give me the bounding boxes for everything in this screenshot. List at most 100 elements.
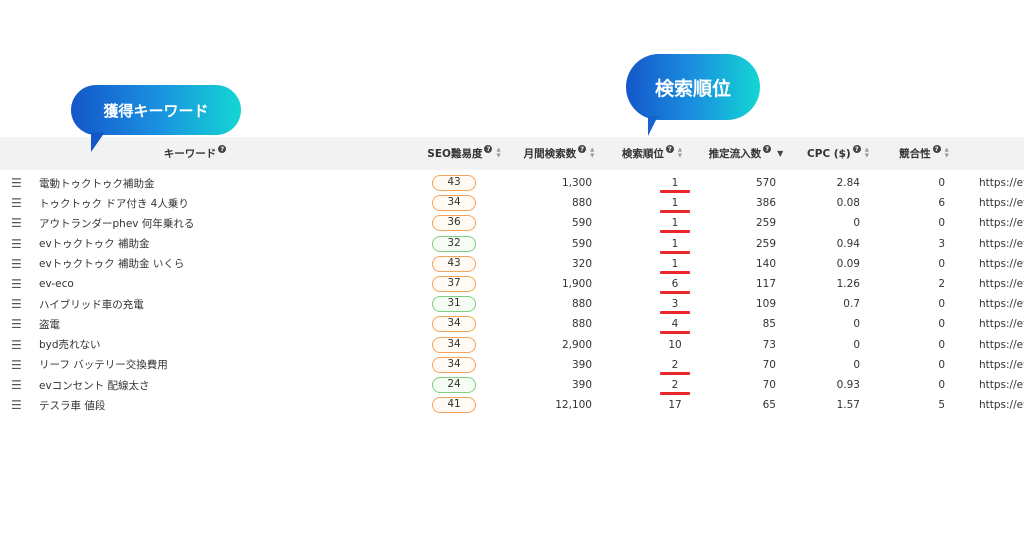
search-rank-cell: 1 (655, 173, 695, 193)
table-row[interactable]: ☰ 電動トゥクトゥク補助金 43 1,300 1 570 2.84 0 https://ev (0, 173, 1024, 193)
drag-handle-icon[interactable]: ☰ (11, 395, 25, 415)
url-link[interactable]: https://ev (979, 234, 1024, 254)
drag-handle-icon[interactable]: ☰ (11, 375, 25, 395)
url-link[interactable]: https://ev (979, 213, 1024, 233)
drag-handle-icon[interactable]: ☰ (11, 355, 25, 375)
help-icon[interactable]: ? (665, 144, 674, 153)
search-rank-value: 17 (668, 399, 682, 412)
help-icon[interactable]: ? (484, 144, 493, 153)
help-icon[interactable]: ? (218, 144, 227, 153)
sort-icon[interactable]: ▲ ▼ (590, 147, 594, 159)
search-rank-value: 1 (671, 237, 679, 250)
url-link[interactable]: https://ev (979, 314, 1024, 334)
keyword-cell[interactable]: ハイブリッド車の充電 (39, 294, 144, 314)
url-link[interactable]: https://ev (979, 193, 1024, 213)
drag-handle-icon[interactable]: ☰ (11, 314, 25, 334)
keyword-cell[interactable]: evトゥクトゥク 補助金 (39, 234, 150, 254)
keyword-cell[interactable]: evトゥクトゥク 補助金 いくら (39, 254, 184, 274)
seo-difficulty-badge: 34 (432, 356, 476, 373)
search-rank-value: 1 (671, 217, 679, 230)
seo-difficulty-cell: 31 (432, 294, 476, 314)
keyword-cell[interactable]: トゥクトゥク ドア付き 4人乗り (39, 193, 189, 213)
estimated-traffic-cell: 259 (755, 217, 776, 230)
table-row[interactable]: ☰ ハイブリッド車の充電 31 880 3 109 0.7 0 https://ev (0, 294, 1024, 315)
drag-handle-icon[interactable]: ☰ (11, 274, 25, 294)
keyword-cell[interactable]: ev-eco (39, 274, 74, 294)
column-header-keyword[interactable]: キーワード ? (150, 137, 240, 170)
cpc-cell: 1.26 (836, 278, 860, 290)
column-header-competition[interactable]: 競合性 ? ▲ ▼ (893, 137, 955, 170)
table-row[interactable]: ☰ トゥクトゥク ドア付き 4人乗り 34 880 1 386 0.08 6 https://e… (0, 193, 1024, 214)
drag-handle-icon[interactable]: ☰ (11, 213, 25, 233)
help-icon[interactable]: ? (932, 144, 941, 153)
search-rank-cell: 4 (655, 314, 695, 335)
help-icon[interactable]: ? (578, 144, 587, 153)
url-link[interactable]: https://ev (979, 274, 1024, 294)
sort-icon[interactable]: ▲ ▼ (496, 147, 500, 159)
competition-cell: 3 (938, 237, 945, 250)
rank-callout-text: 検索順位 (654, 77, 731, 100)
url-link[interactable]: https://ev (979, 375, 1024, 395)
column-header-volume[interactable]: 月間検索数 ? ▲ ▼ (517, 137, 601, 170)
drag-handle-icon[interactable]: ☰ (11, 173, 25, 193)
estimated-traffic-cell: 85 (762, 318, 776, 331)
competition-cell: 0 (938, 257, 945, 270)
rank-callout-bubble: 検索順位 (626, 54, 760, 136)
column-header-cpc[interactable]: CPC ($) ? ▲ ▼ (803, 137, 873, 170)
keyword-cell[interactable]: リーフ バッテリー交換費用 (39, 355, 168, 375)
search-volume-cell: 590 (571, 217, 592, 230)
search-rank-cell: 2 (655, 355, 695, 375)
cpc-cell: 0.93 (836, 379, 860, 391)
column-header-keyword-label: キーワード (163, 148, 217, 160)
search-rank-value: 1 (671, 257, 679, 270)
column-header-traffic[interactable]: 推定流入数 ? ▼ (701, 137, 791, 170)
competition-cell: 0 (938, 298, 945, 311)
table-row[interactable]: ☰ ev-eco 37 1,900 6 117 1.26 2 https://ev (0, 274, 1024, 294)
url-link[interactable]: https://ev (979, 173, 1024, 193)
seo-difficulty-cell: 41 (432, 395, 476, 415)
help-icon[interactable]: ? (763, 144, 772, 153)
column-header-seo[interactable]: SEO難易度 ? ▲ ▼ (418, 137, 510, 170)
url-link[interactable]: https://ev (979, 294, 1024, 314)
url-link[interactable]: https://ev (979, 254, 1024, 274)
help-icon[interactable]: ? (852, 144, 861, 153)
sort-descending-icon[interactable]: ▼ (777, 149, 783, 158)
drag-handle-icon[interactable]: ☰ (11, 335, 25, 355)
url-link[interactable]: https://ev (979, 355, 1024, 375)
keyword-cell[interactable]: 盗電 (39, 314, 60, 334)
sort-icon[interactable]: ▲ ▼ (945, 147, 949, 159)
url-link[interactable]: https://ev (979, 395, 1024, 415)
keyword-cell[interactable]: テスラ車 値段 (39, 395, 105, 415)
drag-handle-icon[interactable]: ☰ (11, 254, 25, 274)
drag-handle-icon[interactable]: ☰ (11, 294, 25, 314)
sort-icon[interactable]: ▲ ▼ (865, 147, 869, 159)
keyword-cell[interactable]: 電動トゥクトゥク補助金 (39, 173, 155, 193)
url-link[interactable]: https://ev (979, 335, 1024, 355)
table-row[interactable]: ☰ テスラ車 値段 41 12,100 17 65 1.57 5 https://ev (0, 395, 1024, 415)
table-row[interactable]: ☰ リーフ バッテリー交換費用 34 390 2 70 0 0 https://ev (0, 355, 1024, 375)
column-header-traffic-label: 推定流入数 (708, 148, 762, 160)
keyword-cell[interactable]: アウトランダーphev 何年乗れる (39, 213, 194, 233)
seo-difficulty-badge: 31 (432, 296, 476, 313)
keyword-cell[interactable]: byd売れない (39, 335, 101, 355)
search-volume-cell: 880 (571, 197, 592, 210)
drag-handle-icon[interactable]: ☰ (11, 234, 25, 254)
table-row[interactable]: ☰ byd売れない 34 2,900 10 73 0 0 https://ev (0, 335, 1024, 355)
table-row[interactable]: ☰ evトゥクトゥク 補助金 いくら 43 320 1 140 0.09 0 https://e… (0, 254, 1024, 274)
column-header-rank[interactable]: 検索順位 ? ▲ ▼ (614, 137, 690, 170)
drag-handle-icon[interactable]: ☰ (11, 193, 25, 213)
estimated-traffic-cell: 117 (755, 278, 776, 290)
table-row[interactable]: ☰ evトゥクトゥク 補助金 32 590 1 259 0.94 3 https://ev (0, 234, 1024, 254)
table-row[interactable]: ☰ アウトランダーphev 何年乗れる 36 590 1 259 0 0 https://ev (0, 213, 1024, 234)
sort-icon[interactable]: ▲ ▼ (678, 147, 682, 159)
keyword-cell[interactable]: evコンセント 配線太さ (39, 375, 150, 395)
search-rank-cell: 3 (655, 294, 695, 315)
rank-callout-tail (648, 116, 658, 136)
seo-difficulty-cell: 24 (432, 375, 476, 395)
table-row[interactable]: ☰ evコンセント 配線太さ 24 390 2 70 0.93 0 https://ev (0, 375, 1024, 395)
cpc-cell: 0.94 (836, 237, 860, 250)
cpc-cell: 0 (853, 217, 860, 230)
table-row[interactable]: ☰ 盗電 34 880 4 85 0 0 https://ev (0, 314, 1024, 335)
seo-difficulty-badge: 43 (432, 175, 476, 191)
estimated-traffic-cell: 386 (755, 197, 776, 210)
